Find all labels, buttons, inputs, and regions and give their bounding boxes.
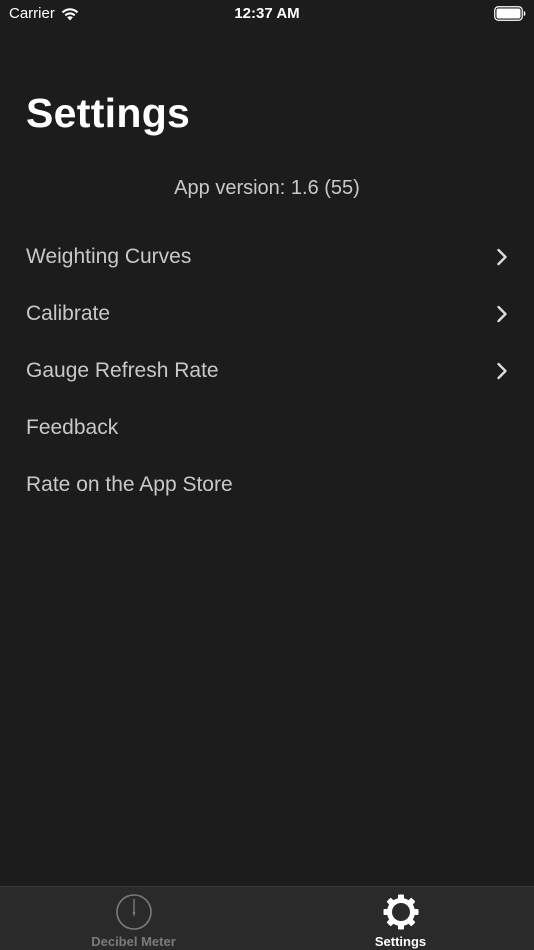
menu-item-feedback[interactable]: Feedback	[0, 399, 534, 456]
status-bar: Carrier 12:37 AM	[0, 0, 534, 28]
settings-menu: Weighting Curves Calibrate Gauge Refresh…	[0, 228, 534, 513]
menu-item-label: Feedback	[26, 415, 119, 439]
menu-item-weighting-curves[interactable]: Weighting Curves	[0, 228, 534, 285]
chevron-right-icon	[497, 362, 507, 379]
status-time: 12:37 AM	[234, 5, 300, 22]
menu-item-gauge-refresh-rate[interactable]: Gauge Refresh Rate	[0, 342, 534, 399]
menu-item-rate-app-store[interactable]: Rate on the App Store	[0, 456, 534, 513]
gauge-icon	[115, 894, 152, 930]
app-version-label: App version: 1.6 (55)	[174, 177, 360, 199]
battery-icon	[494, 6, 526, 21]
tab-bar: Decibel Meter Settings	[0, 886, 534, 950]
menu-item-label: Gauge Refresh Rate	[26, 358, 219, 382]
page-title: Settings	[26, 90, 191, 136]
tab-settings[interactable]: Settings	[267, 887, 534, 950]
chevron-right-icon	[497, 305, 507, 322]
chevron-right-icon	[497, 248, 507, 265]
tab-label: Decibel Meter	[91, 934, 176, 949]
menu-item-calibrate[interactable]: Calibrate	[0, 285, 534, 342]
gear-icon	[383, 894, 418, 930]
menu-item-label: Weighting Curves	[26, 244, 192, 268]
menu-item-label: Rate on the App Store	[26, 472, 233, 496]
menu-item-label: Calibrate	[26, 301, 111, 325]
tab-label: Settings	[374, 934, 427, 949]
tab-decibel-meter[interactable]: Decibel Meter	[0, 887, 267, 950]
